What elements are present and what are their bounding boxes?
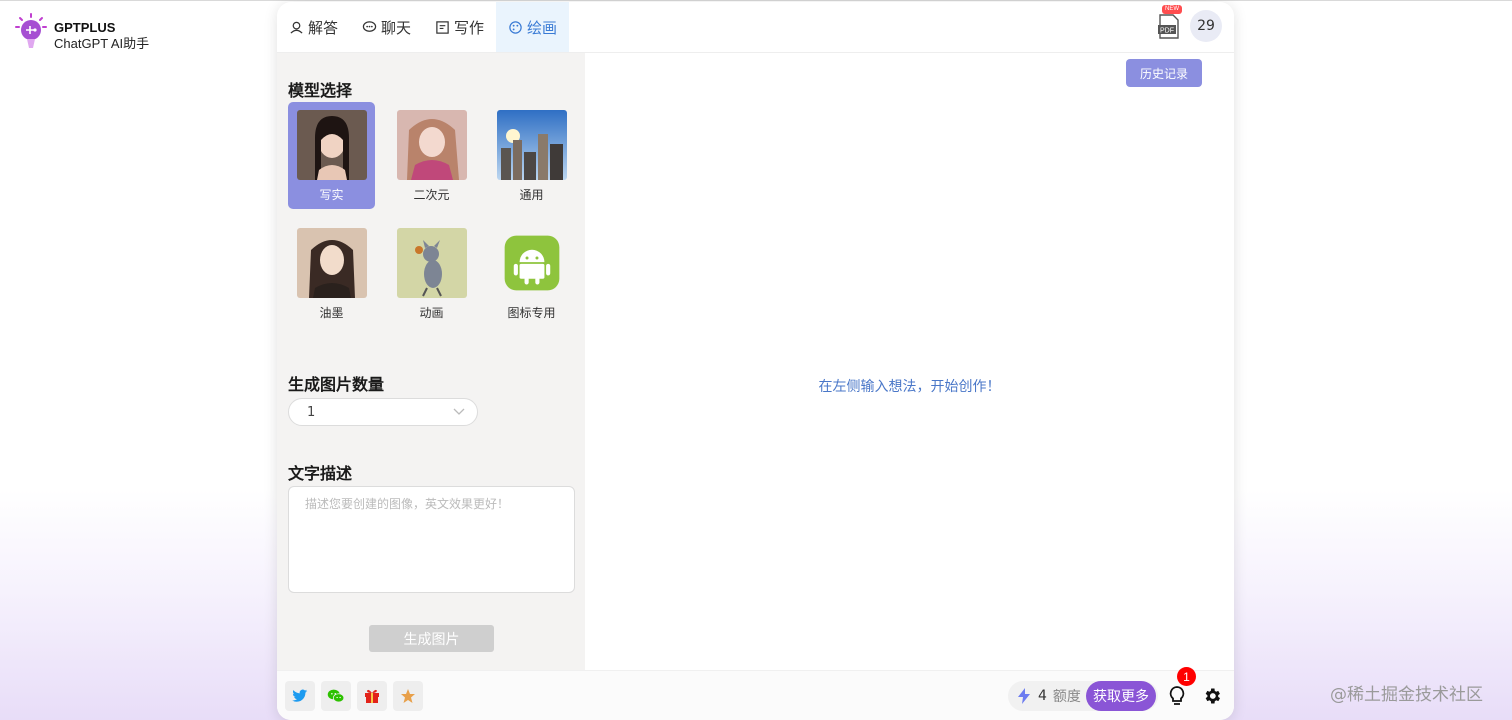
tab-bar: 解答 聊天 写作 绘画 bbox=[277, 2, 570, 52]
model-realistic[interactable]: 写实 bbox=[288, 102, 375, 209]
header-actions: PDF NEW 29 bbox=[1156, 5, 1222, 42]
pdf-text: PDF bbox=[1160, 28, 1174, 35]
tab-draw-label: 绘画 bbox=[527, 18, 558, 37]
model-general[interactable]: 通用 bbox=[488, 102, 575, 209]
model-anime[interactable]: 二次元 bbox=[388, 102, 475, 209]
realistic-portrait-image bbox=[296, 110, 367, 180]
qa-icon bbox=[290, 21, 303, 34]
twitter-icon bbox=[292, 689, 308, 702]
settings-button[interactable] bbox=[1198, 682, 1226, 710]
android-icon bbox=[497, 228, 567, 298]
model-cartoon-label: 动画 bbox=[419, 306, 444, 320]
tab-answer-label: 解答 bbox=[308, 18, 339, 37]
notification-badge: 1 bbox=[1177, 667, 1196, 686]
empty-state-hint: 在左侧输入想法，开始创作！ bbox=[818, 379, 1001, 395]
description-input[interactable]: 描述您要创建的图像，英文效果更好！ bbox=[288, 486, 575, 593]
left-panel: 模型选择 写实 二次元 通用 油墨 动画 图标专用 生成图片数量 1 文字描述 … bbox=[277, 53, 585, 670]
brand-name: GPTPLUS bbox=[54, 20, 116, 35]
city-skyline-image bbox=[496, 110, 567, 180]
model-ink[interactable]: 油墨 bbox=[288, 220, 375, 327]
gift-button[interactable] bbox=[357, 681, 387, 711]
main-card: 解答 聊天 写作 绘画 PDF NEW 29 模型选择 写实 二次元 通用 油墨… bbox=[277, 2, 1234, 720]
star-button[interactable] bbox=[393, 681, 423, 711]
tab-write[interactable]: 写作 bbox=[423, 2, 496, 52]
image-count-value: 1 bbox=[307, 404, 316, 420]
count-section-title: 生成图片数量 bbox=[288, 375, 385, 394]
description-placeholder: 描述您要创建的图像，英文效果更好！ bbox=[305, 497, 510, 511]
anime-girl-image bbox=[396, 110, 467, 180]
tab-chat-label: 聊天 bbox=[381, 18, 412, 37]
model-anime-label: 二次元 bbox=[413, 188, 450, 202]
get-more-button[interactable]: 获取更多 bbox=[1086, 681, 1156, 711]
pdf-icon[interactable]: PDF NEW bbox=[1156, 5, 1182, 41]
model-section-title: 模型选择 bbox=[288, 81, 353, 100]
watermark: @稀土掘金技术社区 bbox=[1330, 685, 1483, 705]
new-badge: NEW bbox=[1162, 5, 1182, 14]
footer-bar: 4 额度 获取更多 1 bbox=[277, 667, 1234, 720]
count-badge[interactable]: 29 bbox=[1190, 10, 1222, 42]
brand-subtitle: ChatGPT AI助手 bbox=[54, 36, 150, 51]
gift-icon bbox=[365, 689, 379, 703]
star-badge-icon bbox=[401, 689, 415, 703]
model-realistic-label: 写实 bbox=[319, 188, 344, 202]
tips-button[interactable] bbox=[1163, 682, 1191, 710]
tab-draw[interactable]: 绘画 bbox=[496, 2, 570, 52]
tab-chat[interactable]: 聊天 bbox=[350, 2, 423, 52]
model-icon[interactable]: 图标专用 bbox=[488, 220, 575, 327]
brand: GPTPLUS ChatGPT AI助手 bbox=[14, 12, 149, 52]
gear-icon bbox=[1205, 688, 1220, 704]
model-ink-label: 油墨 bbox=[319, 306, 344, 320]
twitter-button[interactable] bbox=[285, 681, 315, 711]
tab-write-label: 写作 bbox=[454, 18, 485, 37]
wechat-icon bbox=[327, 689, 345, 703]
model-icon-label: 图标专用 bbox=[507, 306, 556, 320]
tab-answer[interactable]: 解答 bbox=[277, 2, 350, 52]
desc-section-title: 文字描述 bbox=[288, 464, 353, 483]
palette-icon bbox=[509, 20, 522, 34]
wechat-button[interactable] bbox=[321, 681, 351, 711]
lightning-icon bbox=[1018, 688, 1030, 704]
quota-value: 4 bbox=[1038, 688, 1047, 704]
quota-label: 额度 bbox=[1052, 689, 1081, 705]
lightbulb-logo-icon bbox=[15, 13, 47, 48]
model-general-label: 通用 bbox=[519, 188, 544, 202]
top-border bbox=[0, 0, 1512, 1]
image-count-select[interactable]: 1 bbox=[288, 398, 478, 426]
cartoon-cat-image bbox=[396, 228, 467, 298]
chat-bubble-icon bbox=[362, 20, 377, 32]
lightbulb-icon bbox=[1169, 686, 1185, 705]
model-cartoon[interactable]: 动画 bbox=[388, 220, 475, 327]
generate-button[interactable]: 生成图片 bbox=[369, 625, 494, 652]
edit-icon bbox=[436, 20, 449, 34]
ink-portrait-image bbox=[296, 228, 367, 298]
pdf-file-icon: PDF bbox=[1158, 14, 1179, 39]
chevron-down-icon bbox=[453, 408, 465, 415]
history-button[interactable]: 历史记录 bbox=[1126, 59, 1202, 87]
